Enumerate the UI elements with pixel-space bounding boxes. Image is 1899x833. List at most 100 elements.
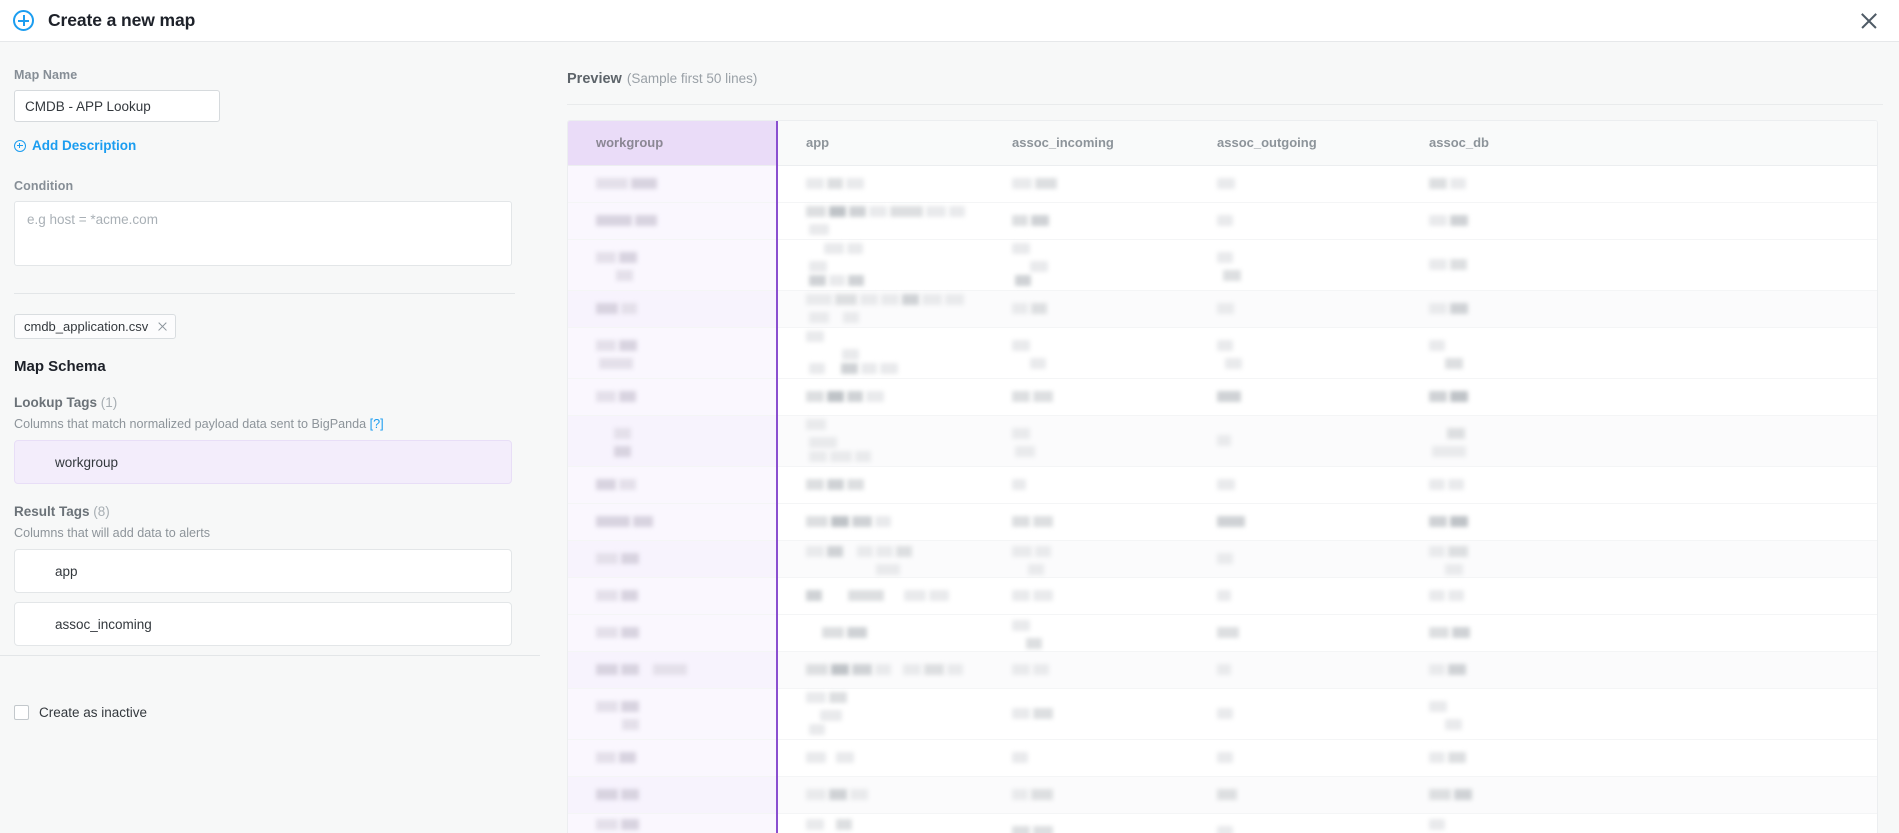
cell-assoc-outgoing	[1189, 290, 1401, 327]
cell-assoc-incoming	[984, 202, 1189, 239]
cell-assoc-incoming	[984, 813, 1189, 833]
preview-divider	[567, 104, 1883, 105]
preview-heading: Preview(Sample first 50 lines)	[567, 71, 757, 87]
preview-table-container[interactable]: workgroup app assoc_incoming assoc_outgo…	[567, 120, 1878, 833]
cell-workgroup	[568, 327, 777, 378]
table-row[interactable]	[568, 776, 1878, 813]
column-header-app[interactable]: app	[777, 121, 984, 165]
cell-assoc-incoming	[984, 503, 1189, 540]
cell-workgroup	[568, 466, 777, 503]
cell-workgroup	[568, 239, 777, 290]
table-row[interactable]	[568, 739, 1878, 776]
table-row[interactable]	[568, 540, 1878, 577]
preview-panel: Preview(Sample first 50 lines) workgroup…	[540, 42, 1899, 833]
table-row[interactable]	[568, 577, 1878, 614]
cell-assoc-outgoing	[1189, 378, 1401, 415]
add-description-button[interactable]: Add Description	[14, 138, 514, 153]
table-row[interactable]	[568, 378, 1878, 415]
cell-app	[777, 614, 984, 651]
cell-assoc-db	[1401, 813, 1878, 833]
add-description-label: Add Description	[32, 138, 136, 153]
cell-assoc-incoming	[984, 415, 1189, 466]
uploaded-file-chip[interactable]: cmdb_application.csv	[14, 314, 176, 339]
condition-label: Condition	[14, 179, 514, 193]
cell-assoc-outgoing	[1189, 739, 1401, 776]
cell-workgroup	[568, 614, 777, 651]
cell-app	[777, 813, 984, 833]
cell-workgroup	[568, 415, 777, 466]
table-row[interactable]	[568, 614, 1878, 651]
cell-assoc-outgoing	[1189, 813, 1401, 833]
cell-assoc-incoming	[984, 239, 1189, 290]
table-row[interactable]	[568, 688, 1878, 739]
table-row[interactable]	[568, 327, 1878, 378]
table-row[interactable]	[568, 202, 1878, 239]
result-tag-row[interactable]: assoc_incoming	[14, 602, 512, 646]
table-row[interactable]	[568, 415, 1878, 466]
cell-app	[777, 290, 984, 327]
cell-assoc-outgoing	[1189, 239, 1401, 290]
table-row[interactable]	[568, 813, 1878, 833]
cell-assoc-db	[1401, 503, 1878, 540]
result-tag-row[interactable]: app	[14, 549, 512, 593]
condition-input[interactable]	[14, 201, 512, 266]
table-row[interactable]	[568, 290, 1878, 327]
cell-workgroup	[568, 739, 777, 776]
table-row[interactable]	[568, 165, 1878, 202]
cell-assoc-db	[1401, 614, 1878, 651]
map-name-label: Map Name	[14, 68, 514, 82]
cell-assoc-db	[1401, 688, 1878, 739]
column-header-workgroup[interactable]: workgroup	[568, 121, 777, 165]
column-header-assoc-incoming[interactable]: assoc_incoming	[984, 121, 1189, 165]
column-header-assoc-db[interactable]: assoc_db	[1401, 121, 1878, 165]
cell-assoc-db	[1401, 202, 1878, 239]
create-inactive-checkbox[interactable]	[14, 705, 29, 720]
help-icon[interactable]: [?]	[370, 417, 384, 431]
table-row[interactable]	[568, 651, 1878, 688]
cell-workgroup	[568, 202, 777, 239]
cell-assoc-outgoing	[1189, 202, 1401, 239]
cell-app	[777, 415, 984, 466]
cell-assoc-incoming	[984, 327, 1189, 378]
plus-icon	[14, 140, 26, 152]
remove-file-icon[interactable]	[157, 321, 168, 332]
create-map-modal: Create a new map Map Name Add Descriptio…	[0, 0, 1899, 833]
cell-assoc-outgoing	[1189, 688, 1401, 739]
plus-circle-icon	[13, 10, 34, 31]
cell-workgroup	[568, 688, 777, 739]
lookup-tags-description: Columns that match normalized payload da…	[14, 417, 514, 431]
table-row[interactable]	[568, 466, 1878, 503]
cell-workgroup	[568, 290, 777, 327]
result-tags-heading: Result Tags (8)	[14, 504, 514, 519]
cell-assoc-incoming	[984, 651, 1189, 688]
cell-assoc-outgoing	[1189, 776, 1401, 813]
cell-app	[777, 577, 984, 614]
form-divider	[14, 293, 515, 294]
table-row[interactable]	[568, 503, 1878, 540]
cell-workgroup	[568, 503, 777, 540]
cell-app	[777, 651, 984, 688]
cell-assoc-outgoing	[1189, 327, 1401, 378]
lookup-tag-label: workgroup	[55, 455, 118, 470]
cell-workgroup	[568, 540, 777, 577]
cell-assoc-db	[1401, 327, 1878, 378]
create-inactive-row[interactable]: Create as inactive	[14, 705, 147, 720]
create-inactive-label: Create as inactive	[39, 705, 147, 720]
cell-assoc-db	[1401, 415, 1878, 466]
lookup-tags-description-text: Columns that match normalized payload da…	[14, 417, 366, 431]
cell-assoc-outgoing	[1189, 614, 1401, 651]
table-row[interactable]	[568, 239, 1878, 290]
column-header-assoc-outgoing[interactable]: assoc_outgoing	[1189, 121, 1401, 165]
map-name-input[interactable]	[14, 90, 220, 122]
cell-assoc-db	[1401, 378, 1878, 415]
lookup-tags-heading: Lookup Tags (1)	[14, 395, 514, 410]
cell-assoc-db	[1401, 165, 1878, 202]
close-icon[interactable]	[1859, 11, 1879, 31]
cell-workgroup	[568, 776, 777, 813]
cell-app	[777, 165, 984, 202]
cell-workgroup	[568, 165, 777, 202]
result-tags-description: Columns that will add data to alerts	[14, 526, 514, 540]
cell-app	[777, 466, 984, 503]
page-title: Create a new map	[48, 10, 195, 31]
lookup-tag-row[interactable]: workgroup	[14, 440, 512, 484]
